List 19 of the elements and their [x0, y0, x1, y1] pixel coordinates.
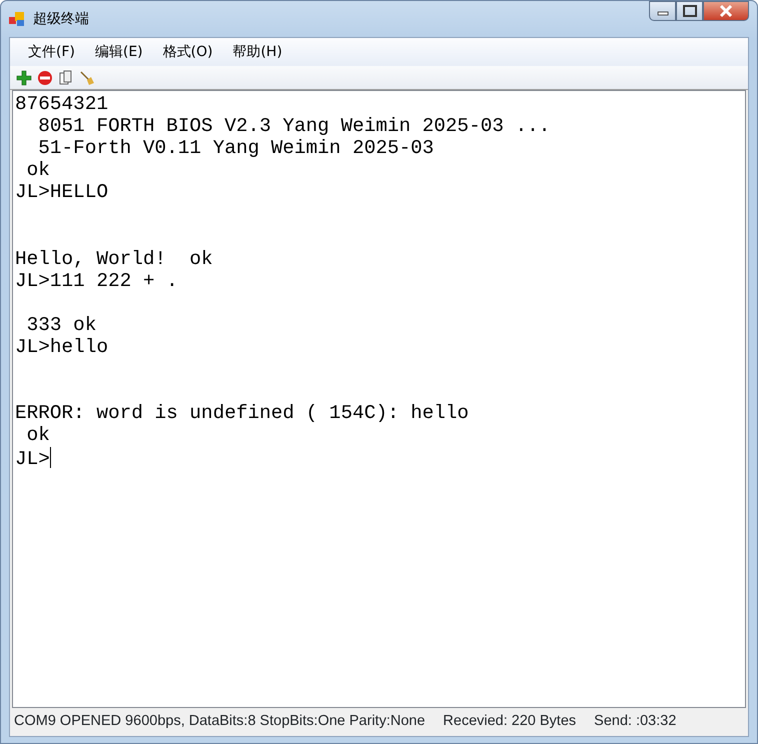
- plus-icon[interactable]: [16, 70, 32, 86]
- terminal-output: 87654321 8051 FORTH BIOS V2.3 Yang Weimin 2025-03 ... 51-Forth V0.11 Yang Weimin 2025-03 ok JL>HELLO Hello, World! ok JL>111 222 + . 333 ok JL>hello ERROR: word is undefined ( 154C): hello ok JL>: [12, 90, 746, 708]
- minimize-button[interactable]: [649, 1, 676, 21]
- window-title: 超级终端: [33, 10, 89, 28]
- received-count: Recevied: 220 Bytes: [443, 712, 576, 732]
- maximize-button[interactable]: [676, 1, 703, 21]
- broom-icon[interactable]: [79, 70, 95, 86]
- menu-item[interactable]: 格式(O): [154, 40, 221, 64]
- minus-circle-icon[interactable]: [37, 70, 53, 86]
- menu-item[interactable]: 编辑(E): [86, 40, 151, 64]
- close-icon: [718, 4, 734, 18]
- copy-icon[interactable]: [58, 70, 74, 86]
- maximize-icon: [682, 5, 696, 17]
- app-icon: [9, 11, 27, 27]
- menu-item[interactable]: 帮助(H): [224, 40, 290, 64]
- connection-status: COM9 OPENED 9600bps, DataBits:8 StopBits:One Parity:None: [14, 712, 426, 732]
- close-button[interactable]: [703, 1, 749, 21]
- menu-item[interactable]: 文件(F): [20, 40, 83, 64]
- send-time: Send: :03:32: [594, 712, 676, 732]
